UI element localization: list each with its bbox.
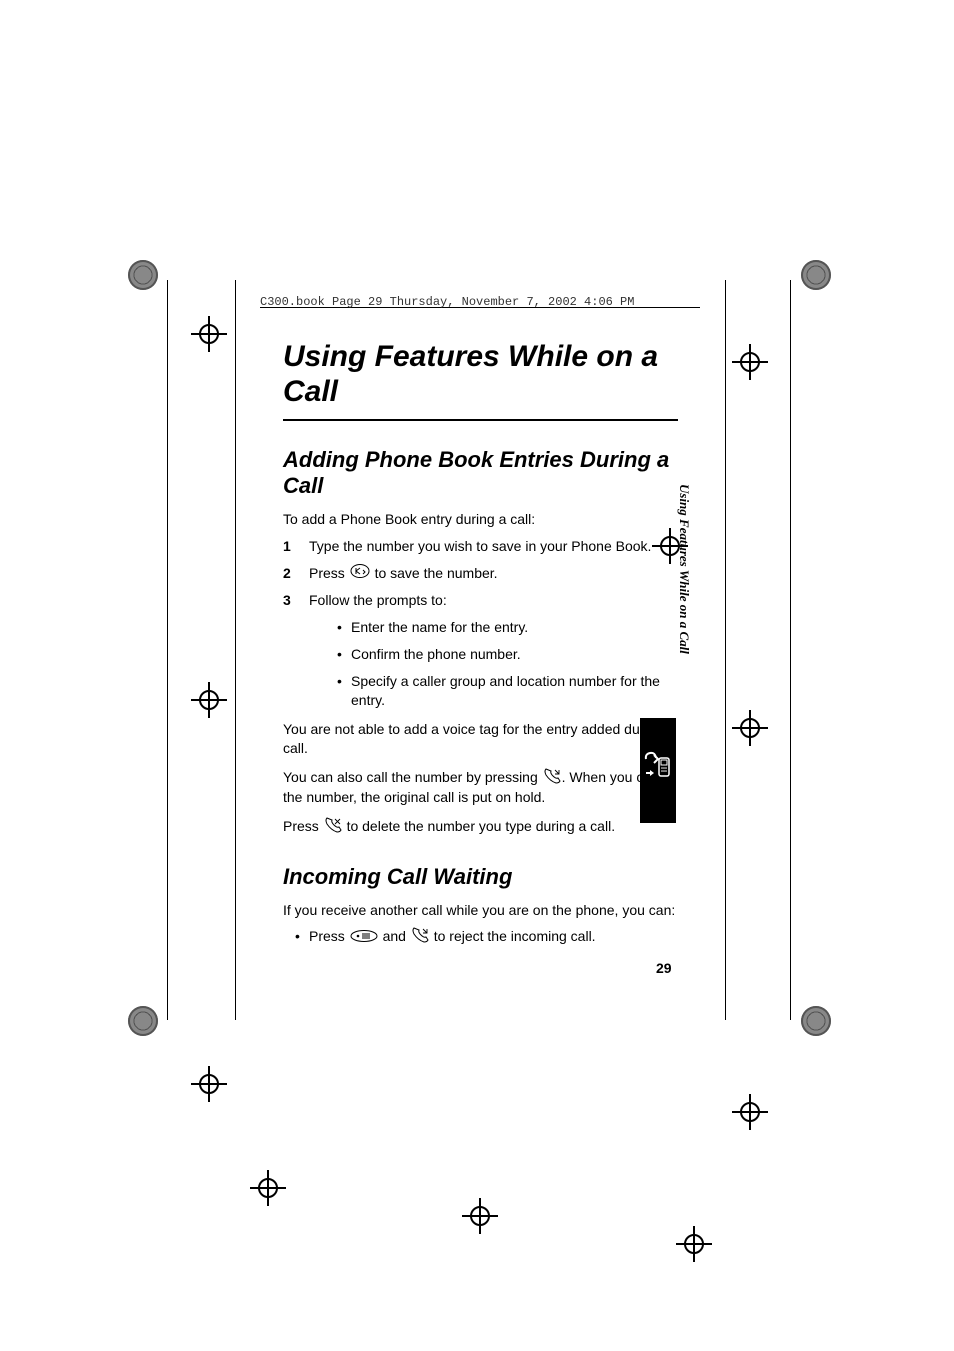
crosshair-icon — [466, 1202, 494, 1230]
page-number: 29 — [656, 960, 672, 976]
step-text: Type the number you wish to save in your… — [309, 538, 651, 554]
body-text: If you receive another call while you ar… — [283, 901, 678, 920]
crosshair-icon — [736, 714, 764, 742]
bullet-item: Press and to reject the incoming call. — [283, 927, 678, 948]
step-text: Follow the prompts to: — [309, 592, 447, 608]
send-key-icon — [411, 927, 429, 948]
step-item: 3 Follow the prompts to: Enter the name … — [283, 591, 678, 709]
crosshair-icon — [680, 1230, 708, 1258]
body-text: To add a Phone Book entry during a call: — [283, 510, 678, 529]
crosshair-icon — [254, 1174, 282, 1202]
numbered-steps: 1 Type the number you wish to save in yo… — [283, 537, 678, 710]
body-text: You are not able to add a voice tag for … — [283, 720, 678, 758]
section-heading: Incoming Call Waiting — [283, 864, 678, 890]
step-text: Press to save the number. — [309, 565, 498, 581]
chapter-title: Using Features While on a Call — [283, 340, 678, 421]
step-item: 1 Type the number you wish to save in yo… — [283, 537, 678, 556]
registration-mark-icon — [128, 260, 158, 290]
crosshair-icon — [736, 348, 764, 376]
registration-mark-icon — [128, 1006, 158, 1036]
bullet-item: Confirm the phone number. — [309, 645, 678, 664]
bullet-list: Press and to reject the incoming call. — [283, 927, 678, 948]
registration-mark-icon — [801, 260, 831, 290]
side-tab-label: Using Features While on a Call — [678, 484, 692, 694]
frame-line — [235, 280, 236, 1020]
menu-key-icon — [350, 928, 378, 947]
registration-mark-icon — [801, 1006, 831, 1036]
sub-bullet-list: Enter the name for the entry. Confirm th… — [309, 618, 678, 710]
send-key-icon — [543, 768, 561, 789]
crosshair-icon — [195, 1070, 223, 1098]
frame-line — [790, 280, 791, 1020]
clear-key-icon — [324, 817, 342, 838]
crosshair-icon — [736, 1098, 764, 1126]
bullet-item: Specify a caller group and location numb… — [309, 672, 678, 710]
phone-recall-icon — [640, 745, 676, 785]
page: C300.book Page 29 Thursday, November 7, … — [0, 0, 954, 1351]
crosshair-icon — [195, 320, 223, 348]
frame-line — [167, 280, 168, 1020]
step-item: 2 Press to save the number. — [283, 564, 678, 584]
bullet-item: Enter the name for the entry. — [309, 618, 678, 637]
ok-key-icon — [350, 564, 370, 583]
document-header: C300.book Page 29 Thursday, November 7, … — [260, 295, 634, 309]
body-text: Press to delete the number you type duri… — [283, 817, 678, 838]
page-body: Using Features While on a Call Adding Ph… — [283, 340, 678, 948]
frame-line — [725, 280, 726, 1020]
section-heading: Adding Phone Book Entries During a Call — [283, 447, 678, 500]
body-text: You can also call the number by pressing… — [283, 768, 678, 808]
crosshair-icon — [195, 686, 223, 714]
